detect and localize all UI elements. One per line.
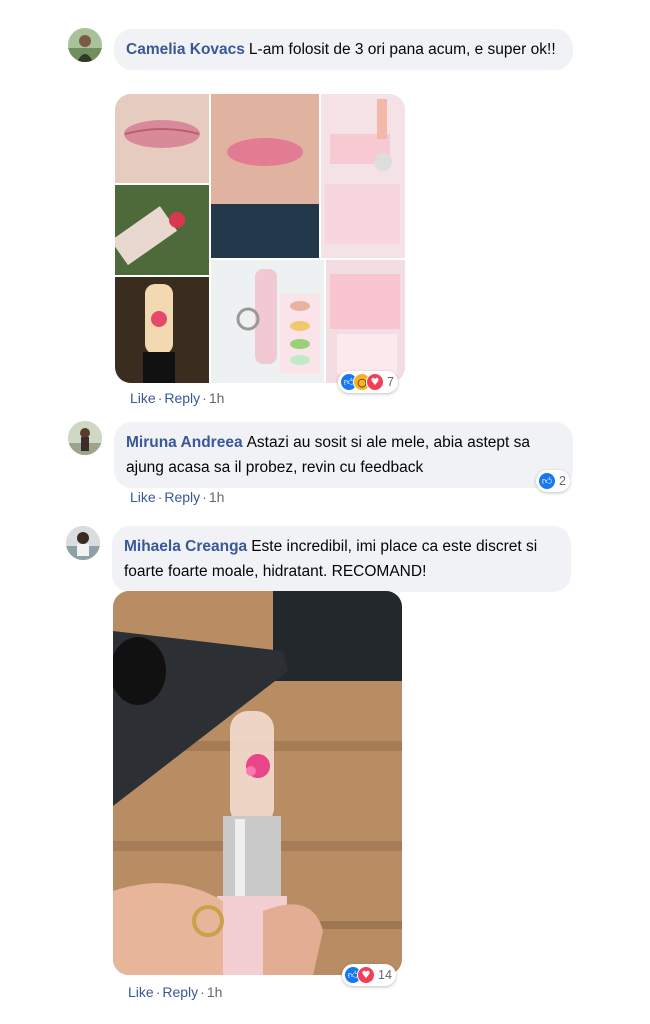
- reply-link[interactable]: Reply: [164, 489, 200, 505]
- like-link[interactable]: Like: [130, 390, 156, 406]
- comment-author[interactable]: Miruna Andreea: [126, 434, 243, 451]
- reply-link[interactable]: Reply: [164, 390, 200, 406]
- like-icon: 👍︎: [538, 472, 556, 490]
- reaction-count: 14: [378, 968, 392, 982]
- comment-timestamp[interactable]: 1h: [209, 390, 225, 406]
- reaction-summary[interactable]: 👍︎ ♥ 14: [342, 964, 396, 986]
- comment-timestamp[interactable]: 1h: [209, 489, 225, 505]
- comment-actions: Like · Reply · 1h: [130, 489, 225, 505]
- love-icon: ♥: [357, 966, 375, 984]
- comment-bubble: Mihaela Creanga Este incredibil, imi plac…: [112, 526, 571, 592]
- comment-bubble: Camelia Kovacs L-am folosit de 3 ori pana…: [114, 29, 573, 70]
- love-icon: ♥: [366, 373, 384, 391]
- comment-actions: Like · Reply · 1h: [128, 984, 223, 1000]
- reply-link[interactable]: Reply: [162, 984, 198, 1000]
- comment-photo[interactable]: [113, 591, 402, 975]
- comment-photo-collage[interactable]: [115, 94, 405, 383]
- comment-author[interactable]: Mihaela Creanga: [124, 538, 247, 555]
- comment-bubble: Miruna Andreea Astazi au sosit si ale mel…: [114, 422, 573, 488]
- comment-actions: Like · Reply · 1h: [130, 390, 225, 406]
- reaction-count: 7: [387, 375, 394, 389]
- comment-author[interactable]: Camelia Kovacs: [126, 41, 245, 58]
- comment-text: L-am folosit de 3 ori pana acum, e super…: [248, 41, 556, 58]
- like-link[interactable]: Like: [130, 489, 156, 505]
- reaction-summary[interactable]: 👍︎ 2: [536, 470, 570, 492]
- comment-timestamp[interactable]: 1h: [207, 984, 223, 1000]
- reaction-summary[interactable]: 👍︎ ○ ♥ 7: [338, 371, 398, 393]
- commenter-avatar[interactable]: [68, 421, 102, 455]
- like-link[interactable]: Like: [128, 984, 154, 1000]
- commenter-avatar[interactable]: [68, 28, 102, 62]
- commenter-avatar[interactable]: [66, 526, 100, 560]
- reaction-count: 2: [559, 474, 566, 488]
